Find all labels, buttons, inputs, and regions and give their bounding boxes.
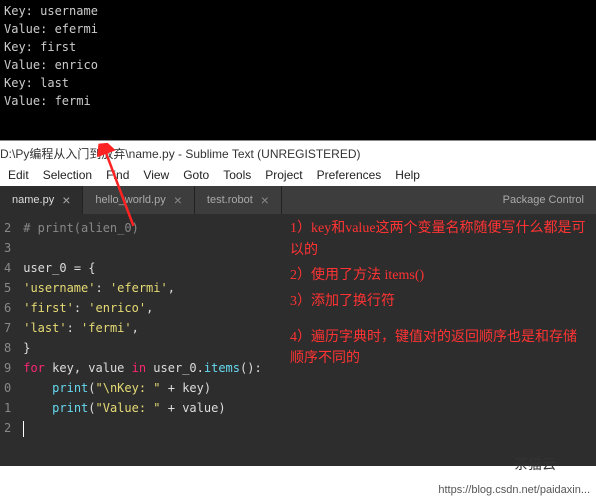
- close-icon[interactable]: ×: [261, 192, 269, 208]
- line-gutter: 2 3 4 5 6 7 8 9 0 1 2: [0, 214, 19, 466]
- menu-tools[interactable]: Tools: [223, 168, 251, 182]
- close-icon[interactable]: ×: [174, 192, 182, 208]
- annotation-overlay: 1）key和value这两个变量名称随便写什么都是可以的 2）使用了方法 ite…: [290, 218, 590, 374]
- menu-help[interactable]: Help: [395, 168, 420, 182]
- line-number: 1: [4, 398, 11, 418]
- menu-project[interactable]: Project: [265, 168, 302, 182]
- menu-preferences[interactable]: Preferences: [317, 168, 382, 182]
- code-comment: # print(alien_0): [23, 221, 139, 235]
- tab-hello-world[interactable]: hello_world.py ×: [83, 186, 195, 214]
- line-number: 4: [4, 258, 11, 278]
- menu-edit[interactable]: Edit: [8, 168, 29, 182]
- tab-label: Package Control: [503, 194, 584, 206]
- menu-bar: Edit Selection Find View Goto Tools Proj…: [0, 164, 596, 186]
- line-number: 6: [4, 298, 11, 318]
- footer-url: https://blog.csdn.net/paidaxin...: [438, 484, 590, 496]
- code-editor[interactable]: 2 3 4 5 6 7 8 9 0 1 2 # print(alien_0) u…: [0, 214, 596, 466]
- annotation-2: 2）使用了方法 items(): [290, 265, 590, 287]
- tab-name-py[interactable]: name.py ×: [0, 186, 83, 214]
- close-icon[interactable]: ×: [62, 192, 70, 208]
- terminal-line: Key: first: [4, 38, 592, 56]
- window-title: D:\Py编程从入门到放弃\name.py - Sublime Text (UN…: [0, 140, 596, 164]
- menu-find[interactable]: Find: [106, 168, 129, 182]
- line-number: 0: [4, 378, 11, 398]
- text-cursor: [23, 421, 24, 437]
- line-number: 8: [4, 338, 11, 358]
- annotation-3: 3）添加了换行符: [290, 291, 590, 313]
- tab-bar: name.py × hello_world.py × test.robot × …: [0, 186, 596, 214]
- line-number: 5: [4, 278, 11, 298]
- menu-view[interactable]: View: [143, 168, 169, 182]
- terminal-line: Key: username: [4, 2, 592, 20]
- line-number: 7: [4, 318, 11, 338]
- terminal-output: Key: username Value: efermi Key: first V…: [0, 0, 596, 140]
- menu-goto[interactable]: Goto: [183, 168, 209, 182]
- menu-selection[interactable]: Selection: [43, 168, 92, 182]
- tab-label: test.robot: [207, 194, 253, 206]
- line-number: 2: [4, 418, 11, 438]
- line-number: 2: [4, 218, 11, 238]
- terminal-line: Value: fermi: [4, 92, 592, 110]
- code-area[interactable]: # print(alien_0) user_0 = { 'username': …: [19, 214, 596, 466]
- line-number: 3: [4, 238, 11, 258]
- terminal-line: Value: enrico: [4, 56, 592, 74]
- annotation-4: 4）遍历字典时，键值对的返回顺序也是和存储顺序不同的: [290, 327, 590, 370]
- annotation-1: 1）key和value这两个变量名称随便写什么都是可以的: [290, 218, 590, 261]
- tab-label: hello_world.py: [95, 194, 165, 206]
- line-number: 9: [4, 358, 11, 378]
- terminal-line: Value: efermi: [4, 20, 592, 38]
- tab-label: name.py: [12, 194, 54, 206]
- tab-package-control[interactable]: Package Control: [282, 186, 596, 214]
- tab-test-robot[interactable]: test.robot ×: [195, 186, 282, 214]
- watermark-text: 茶猫云: [514, 454, 556, 474]
- terminal-line: Key: last: [4, 74, 592, 92]
